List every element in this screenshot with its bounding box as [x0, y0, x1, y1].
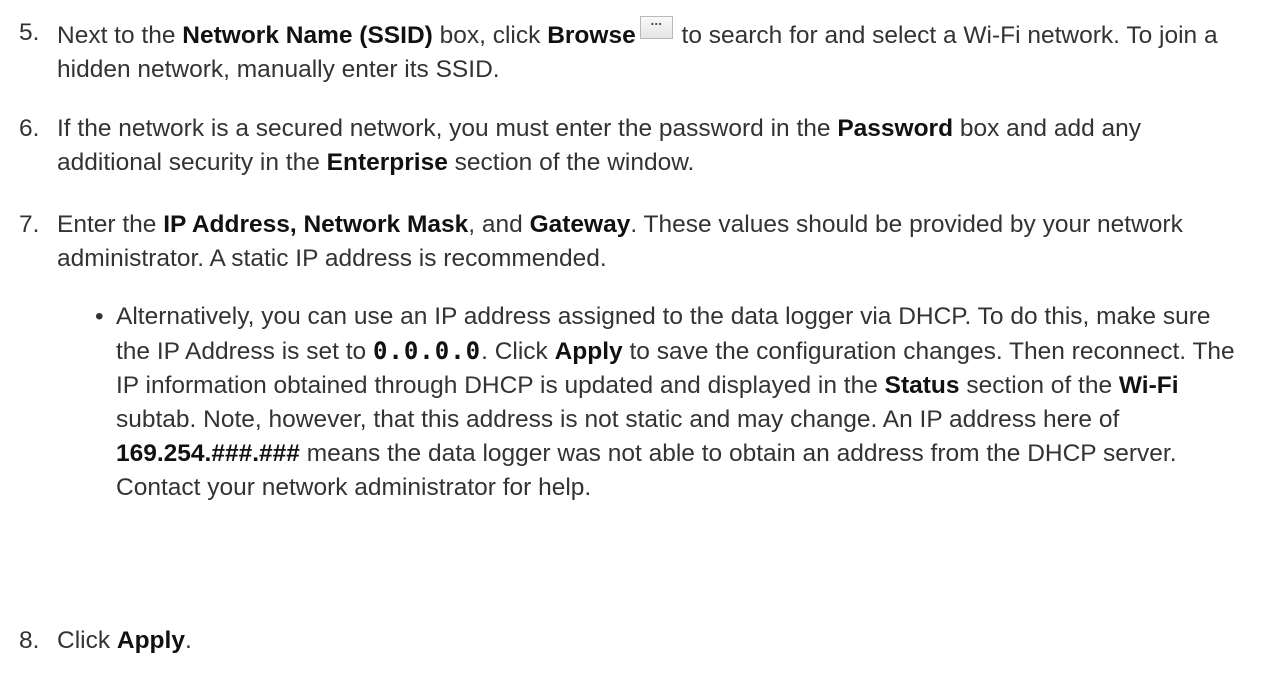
ip-link-local-value: 169.254.###.### [116, 440, 300, 467]
step-number: 6. [19, 115, 40, 142]
ui-term-password: Password [837, 115, 954, 142]
bullet-item-dhcp: • Alternatively, you can use an IP addre… [0, 300, 1250, 505]
step-number: 8. [19, 627, 40, 654]
step-text: Enter the IP Address, Network Mask, and … [57, 211, 1183, 272]
ui-term-wifi: Wi-Fi [1118, 372, 1179, 399]
step-number: 7. [19, 211, 40, 238]
step-7: 7. Enter the IP Address, Network Mask, a… [0, 208, 1250, 276]
ui-term-enterprise: Enterprise [326, 149, 448, 176]
step-text: Click Apply. [57, 627, 192, 654]
ui-term-ip-address-mask: IP Address, Network Mask [163, 211, 469, 238]
ui-term-network-name: Network Name (SSID) [182, 22, 433, 49]
ui-term-gateway: Gateway [529, 211, 631, 238]
instruction-page: 5. Next to the Network Name (SSID) box, … [0, 0, 1282, 675]
step-text: Next to the Network Name (SSID) box, cli… [57, 12, 1218, 83]
bullet-symbol: • [95, 303, 104, 330]
step-number: 5. [19, 19, 40, 46]
ellipsis-button-icon: ... [639, 12, 673, 39]
step-8: 8. Click Apply. [0, 624, 1250, 658]
step-6: 6. If the network is a secured network, … [0, 112, 1250, 180]
ui-term-status: Status [884, 372, 960, 399]
bullet-text: Alternatively, you can use an IP address… [116, 303, 1235, 501]
step-5: 5. Next to the Network Name (SSID) box, … [0, 12, 1250, 87]
ip-zero-value: 0.0.0.0 [372, 337, 482, 365]
ui-term-browse: Browse [547, 22, 636, 49]
ui-term-apply: Apply [116, 627, 185, 654]
ui-term-apply: Apply [554, 338, 623, 365]
step-text: If the network is a secured network, you… [57, 115, 1142, 176]
